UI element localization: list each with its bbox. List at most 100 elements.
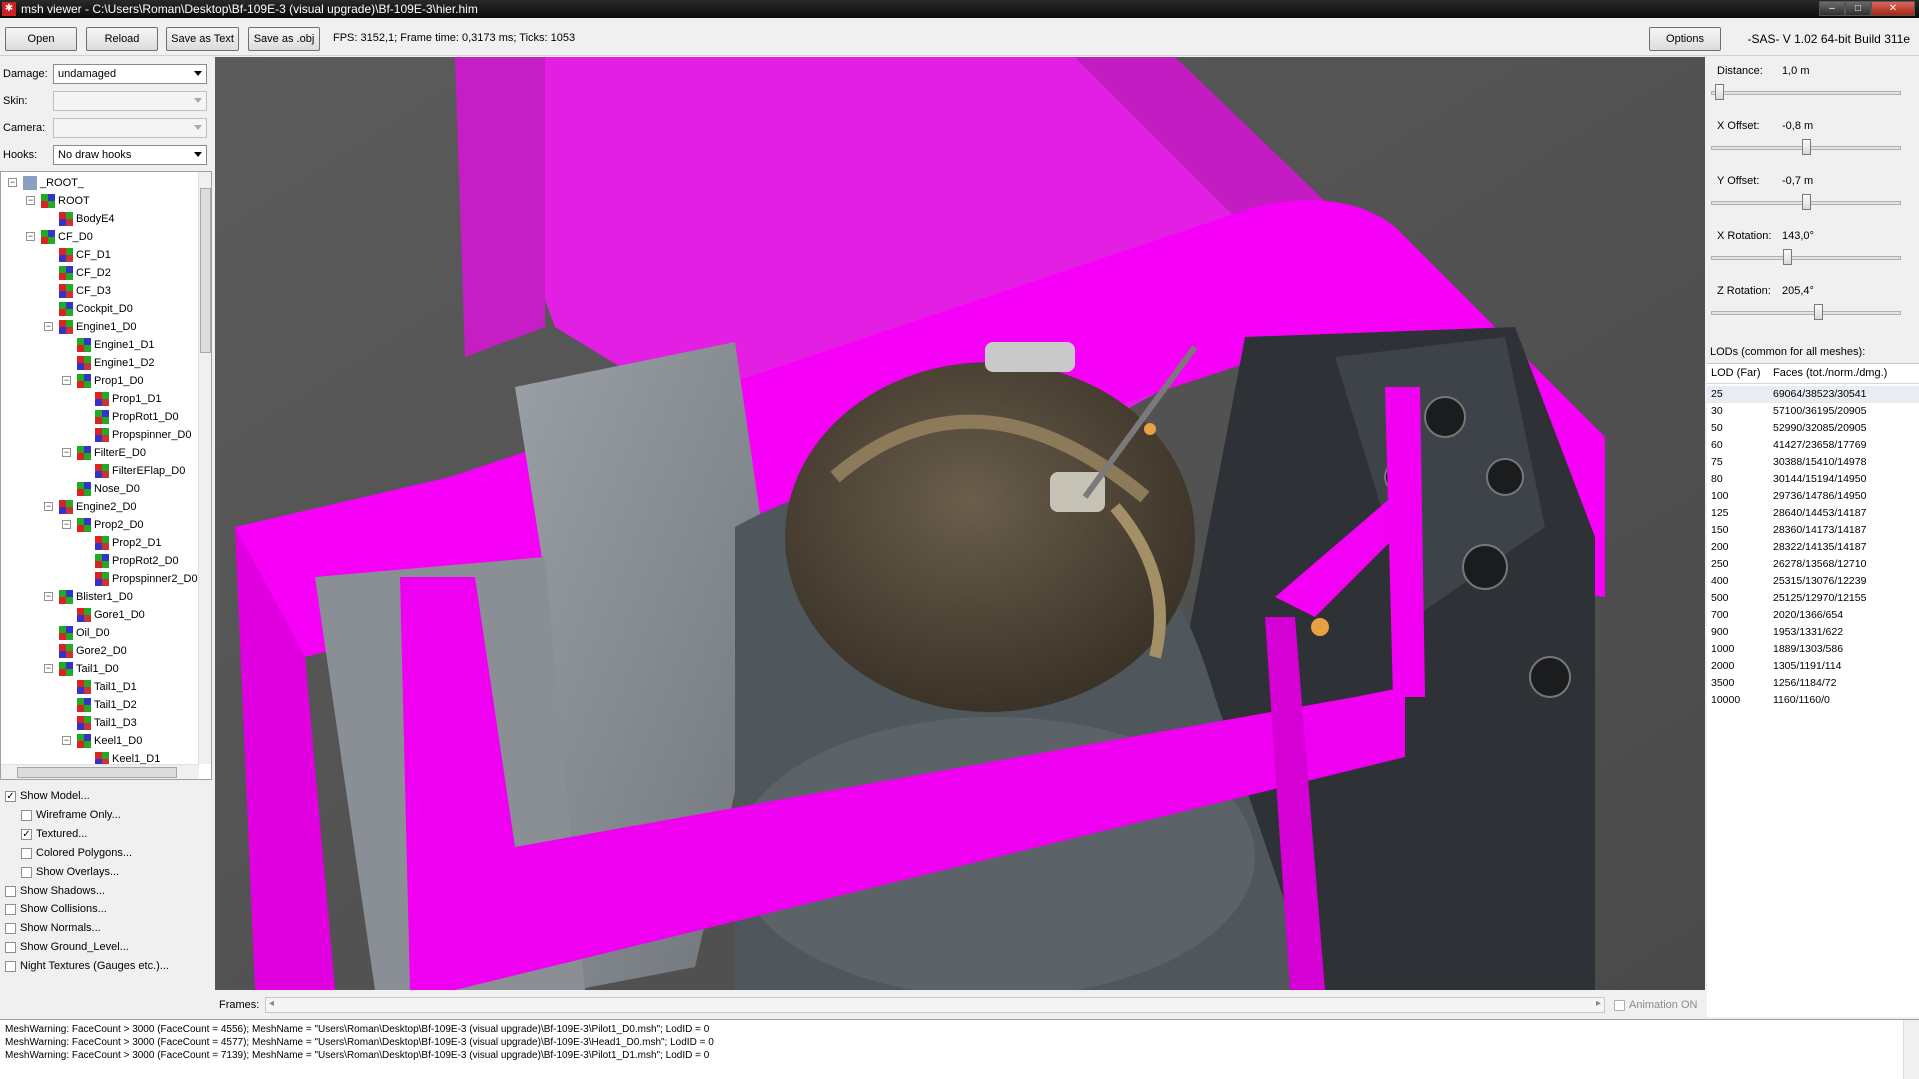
- lod-row[interactable]: 60 41427/23658/17769: [1707, 437, 1919, 454]
- checkbox-box[interactable]: [5, 885, 16, 897]
- lod-column-header[interactable]: LOD (Far): [1711, 367, 1761, 379]
- slider-handle[interactable]: [1715, 84, 1724, 100]
- x-rotation-slider[interactable]: [1711, 248, 1901, 266]
- lod-row[interactable]: 250 26278/13568/12710: [1707, 556, 1919, 573]
- tree-node[interactable]: PropRot2_D0: [1, 552, 199, 570]
- tree-node[interactable]: FilterEFlap_D0: [1, 462, 199, 480]
- x-offset-slider[interactable]: [1711, 138, 1901, 156]
- tree-node[interactable]: Engine1_D1: [1, 336, 199, 354]
- log-scrollbar[interactable]: [1903, 1020, 1919, 1079]
- tree-node[interactable]: Prop1_D1: [1, 390, 199, 408]
- y-offset-slider[interactable]: [1711, 193, 1901, 211]
- lod-row[interactable]: 200 28322/14135/14187: [1707, 539, 1919, 556]
- collapse-icon[interactable]: −: [26, 232, 35, 241]
- collapse-icon[interactable]: −: [44, 502, 53, 511]
- lod-row[interactable]: 700 2020/1366/654: [1707, 607, 1919, 624]
- tree-vertical-scrollbar[interactable]: [198, 172, 211, 764]
- lod-row[interactable]: 500 25125/12970/12155: [1707, 590, 1919, 607]
- tree-node[interactable]: Propspinner2_D0: [1, 570, 199, 588]
- tree-node[interactable]: − Engine2_D0: [1, 498, 199, 516]
- collapse-icon[interactable]: −: [8, 178, 17, 187]
- distance-slider[interactable]: [1711, 83, 1901, 101]
- tree-node[interactable]: CF_D3: [1, 282, 199, 300]
- tree-node[interactable]: Keel1_D1: [1, 750, 199, 764]
- slider-handle[interactable]: [1802, 139, 1811, 155]
- tree-node[interactable]: Prop2_D1: [1, 534, 199, 552]
- arrow-right-icon[interactable]: ▸: [1596, 998, 1601, 1009]
- tree-node[interactable]: Gore1_D0: [1, 606, 199, 624]
- tree-horizontal-scrollbar[interactable]: [1, 764, 199, 779]
- checkbox-box[interactable]: [21, 809, 32, 821]
- collapse-icon[interactable]: −: [62, 736, 71, 745]
- skin-select[interactable]: [53, 91, 207, 111]
- tree-node[interactable]: − Blister1_D0: [1, 588, 199, 606]
- tree-node[interactable]: − CF_D0: [1, 228, 199, 246]
- camera-select[interactable]: [53, 118, 207, 138]
- scroll-thumb[interactable]: [17, 767, 177, 778]
- 3d-viewport[interactable]: [215, 57, 1705, 990]
- collapse-icon[interactable]: −: [44, 592, 53, 601]
- lod-row[interactable]: 25 69064/38523/30541: [1707, 386, 1919, 403]
- lod-row[interactable]: 75 30388/15410/14978: [1707, 454, 1919, 471]
- arrow-left-icon[interactable]: ◂: [269, 998, 274, 1009]
- lod-row[interactable]: 150 28360/14173/14187: [1707, 522, 1919, 539]
- checkbox-box[interactable]: [5, 923, 16, 935]
- tree-node[interactable]: Tail1_D2: [1, 696, 199, 714]
- collapse-icon[interactable]: −: [62, 520, 71, 529]
- lod-row[interactable]: 1000 1889/1303/586: [1707, 641, 1919, 658]
- lod-row[interactable]: 3500 1256/1184/72: [1707, 675, 1919, 692]
- tree-node[interactable]: CF_D1: [1, 246, 199, 264]
- faces-column-header[interactable]: Faces (tot./norm./dmg.): [1773, 367, 1887, 379]
- tree-node[interactable]: Tail1_D1: [1, 678, 199, 696]
- damage-select[interactable]: undamaged: [53, 64, 207, 84]
- frames-slider[interactable]: ◂ ▸: [265, 997, 1605, 1013]
- tree-node[interactable]: BodyE4: [1, 210, 199, 228]
- lod-row[interactable]: 50 52990/32085/20905: [1707, 420, 1919, 437]
- tree-node[interactable]: − _ROOT_: [1, 174, 199, 192]
- lod-row[interactable]: 125 28640/14453/14187: [1707, 505, 1919, 522]
- tree-node[interactable]: PropRot1_D0: [1, 408, 199, 426]
- tree-node[interactable]: Engine1_D2: [1, 354, 199, 372]
- checkbox-box[interactable]: [21, 847, 32, 859]
- tree-node[interactable]: Tail1_D3: [1, 714, 199, 732]
- lod-row[interactable]: 900 1953/1331/622: [1707, 624, 1919, 641]
- checkbox-box[interactable]: [5, 942, 16, 954]
- checkbox-box[interactable]: [21, 866, 32, 878]
- tree-node[interactable]: − ROOT: [1, 192, 199, 210]
- tree-node[interactable]: − Prop1_D0: [1, 372, 199, 390]
- save-as-text-button[interactable]: Save as Text: [166, 27, 239, 51]
- slider-handle[interactable]: [1783, 249, 1792, 265]
- save-as-obj-button[interactable]: Save as .obj: [248, 27, 320, 51]
- maximize-button[interactable]: □: [1845, 1, 1871, 16]
- tree-node[interactable]: − Prop2_D0: [1, 516, 199, 534]
- reload-button[interactable]: Reload: [86, 27, 158, 51]
- tree-node[interactable]: − Engine1_D0: [1, 318, 199, 336]
- tree-node[interactable]: − Keel1_D0: [1, 732, 199, 750]
- message-log[interactable]: MeshWarning: FaceCount > 3000 (FaceCount…: [0, 1019, 1919, 1079]
- collapse-icon[interactable]: −: [44, 322, 53, 331]
- z-rotation-slider[interactable]: [1711, 303, 1901, 321]
- lod-table[interactable]: LOD (Far) Faces (tot./norm./dmg.) 25 6906…: [1707, 363, 1919, 1017]
- open-button[interactable]: Open: [5, 27, 77, 51]
- tree-node[interactable]: CF_D2: [1, 264, 199, 282]
- options-button[interactable]: Options: [1649, 27, 1721, 51]
- tree-node[interactable]: Nose_D0: [1, 480, 199, 498]
- checkbox-box[interactable]: [5, 904, 16, 916]
- checkmark-icon[interactable]: ✓: [21, 828, 32, 840]
- tree-node[interactable]: Oil_D0: [1, 624, 199, 642]
- tree-node[interactable]: − Tail1_D0: [1, 660, 199, 678]
- checkmark-icon[interactable]: ✓: [5, 791, 16, 802]
- tree-node[interactable]: Propspinner_D0: [1, 426, 199, 444]
- lod-row[interactable]: 400 25315/13076/12239: [1707, 573, 1919, 590]
- lod-row[interactable]: 100 29736/14786/14950: [1707, 488, 1919, 505]
- collapse-icon[interactable]: −: [62, 376, 71, 385]
- slider-handle[interactable]: [1814, 304, 1823, 320]
- checkbox-box[interactable]: [1614, 1000, 1625, 1011]
- lod-row[interactable]: 30 57100/36195/20905: [1707, 403, 1919, 420]
- hierarchy-tree[interactable]: − _ROOT_ − ROOT BodyE4− CF_D0 CF_D1 CF_D2 CF_D3 C…: [0, 171, 212, 780]
- lod-row[interactable]: 10000 1160/1160/0: [1707, 692, 1919, 709]
- close-button[interactable]: ✕: [1871, 1, 1915, 16]
- tree-node[interactable]: Gore2_D0: [1, 642, 199, 660]
- lod-row[interactable]: 80 30144/15194/14950: [1707, 471, 1919, 488]
- lod-row[interactable]: 2000 1305/1191/114: [1707, 658, 1919, 675]
